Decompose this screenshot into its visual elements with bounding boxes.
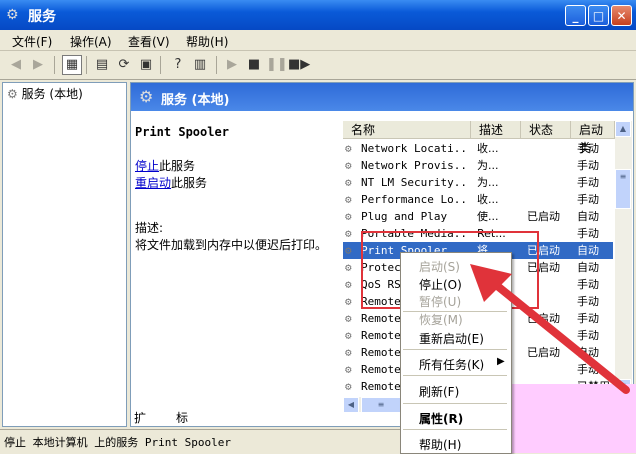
gear-icon: ⚙ [345, 142, 352, 155]
startup-cell: 手动 [577, 227, 599, 240]
service-details: Print Spooler 停止此服务 重启动此服务 描述: 将文件加载到内存中… [135, 125, 335, 253]
startup-cell: 手动 [577, 142, 599, 155]
help-icon[interactable]: ? [168, 55, 188, 75]
table-row[interactable]: ⚙ Network Locati... 收... 手动 [343, 140, 613, 157]
startup-cell: 手动 [577, 193, 599, 206]
desc-cell: 为... [477, 176, 499, 189]
tree-item-services-local[interactable]: ⚙ 服务 (本地) [7, 85, 83, 102]
properties-icon[interactable]: ▤ [92, 55, 112, 75]
status-text: 停止 本地计算机 上的服务 Print Spooler [4, 436, 231, 449]
description-label: 描述: [135, 221, 164, 235]
pane-title: 服务 (本地) [161, 93, 230, 108]
scroll-thumb[interactable]: ≡ [615, 169, 631, 209]
col-name[interactable]: 名称 [343, 121, 471, 139]
startup-cell: 自动 [577, 210, 599, 223]
refresh-icon[interactable]: ⟳ [114, 55, 134, 75]
ctx-refresh[interactable]: 刷新(F) [419, 383, 459, 400]
menu-help[interactable]: 帮助(H) [186, 33, 228, 50]
back-arrow-icon[interactable]: ◀ [6, 55, 26, 75]
table-row[interactable]: ⚙ NT LM Security... 为... 手动 [343, 174, 613, 191]
scroll-up-icon[interactable]: ▲ [615, 121, 631, 137]
services-gear-icon: ⚙ [6, 7, 19, 23]
ctx-properties[interactable]: 属性(R) [419, 410, 463, 427]
gear-icon: ⚙ [345, 227, 352, 240]
show-hide-icon[interactable]: ▥ [190, 55, 210, 75]
window-title: 服务 [28, 9, 56, 25]
menu-action[interactable]: 操作(A) [70, 33, 112, 50]
menu-view[interactable]: 查看(V) [128, 33, 170, 50]
service-name: Print Spooler [135, 125, 229, 139]
col-desc[interactable]: 描述 [471, 121, 521, 139]
gear-icon: ⚙ [345, 312, 352, 325]
stop-service-link[interactable]: 停止 [135, 159, 159, 173]
show-tree-icon[interactable]: ▦ [62, 55, 82, 75]
ctx-start[interactable]: 启动(S) [419, 258, 460, 275]
toolbar: ◀ ▶ ▦ ▤ ⟳ ▣ ? ▥ ▶ ■ ❚❚ ■▶ [0, 51, 636, 80]
menu-file[interactable]: 文件(F) [12, 33, 52, 50]
table-row[interactable]: ⚙ Performance Lo... 收... 手动 [343, 191, 613, 208]
gear-icon: ⚙ [345, 210, 352, 223]
pause-icon[interactable]: ❚❚ [266, 55, 288, 75]
close-button[interactable]: ✕ [611, 5, 632, 26]
service-name-cell: ⚙ Network Locati... [345, 142, 469, 155]
ctx-resume[interactable]: 恢复(M) [419, 311, 463, 328]
pane-header: ⚙ 服务 (本地) [131, 83, 633, 111]
table-row[interactable]: ⚙ Plug and Play 使... 已启动 自动 [343, 208, 613, 225]
menu-bar: 文件(F) 操作(A) 查看(V) 帮助(H) [0, 30, 636, 51]
ctx-help[interactable]: 帮助(H) [419, 436, 461, 453]
gear-icon: ⚙ [345, 295, 352, 308]
forward-arrow-icon[interactable]: ▶ [28, 55, 48, 75]
gear-icon: ⚙ [345, 193, 352, 206]
gear-icon: ⚙ [345, 261, 352, 274]
hscroll-thumb[interactable]: ≡ [361, 397, 401, 413]
gear-icon: ⚙ [345, 329, 352, 342]
service-name-cell: ⚙ Performance Lo... [345, 193, 469, 206]
ctx-pause[interactable]: 暂停(U) [419, 293, 461, 310]
desc-cell: 收... [477, 142, 499, 155]
tree-pane: ⚙ 服务 (本地) [2, 82, 127, 427]
service-name-cell: ⚙ Plug and Play [345, 210, 448, 223]
table-row[interactable]: ⚙ Network Provis... 为... 手动 [343, 157, 613, 174]
maximize-button[interactable]: □ [588, 5, 609, 26]
col-status[interactable]: 状态 [521, 121, 571, 139]
scroll-left-icon[interactable]: ◀ [343, 397, 359, 413]
minimize-button[interactable]: _ [565, 5, 586, 26]
gear-icon: ⚙ [345, 380, 352, 393]
export-list-icon[interactable]: ▣ [136, 55, 156, 75]
desc-cell: 为... [477, 159, 499, 172]
red-arrow-icon [470, 264, 630, 394]
ctx-stop[interactable]: 停止(O) [419, 276, 462, 293]
play-icon[interactable]: ▶ [222, 55, 242, 75]
services-gear-icon: ⚙ [139, 87, 154, 106]
services-gear-icon: ⚙ [7, 87, 18, 101]
restart-service-link[interactable]: 重启动 [135, 176, 171, 190]
startup-cell: 手动 [577, 159, 599, 172]
gear-icon: ⚙ [345, 176, 352, 189]
service-name-cell: ⚙ Network Provis... [345, 159, 469, 172]
status-cell: 已启动 [527, 210, 560, 223]
desc-cell: 收... [477, 193, 499, 206]
title-bar: ⚙ 服务 _ □ ✕ [0, 0, 636, 30]
desc-cell: 使... [477, 210, 499, 223]
restart-icon[interactable]: ■▶ [288, 55, 310, 75]
gear-icon: ⚙ [345, 363, 352, 376]
startup-cell: 手动 [577, 176, 599, 189]
service-name-cell: ⚙ NT LM Security... [345, 176, 469, 189]
gear-icon: ⚙ [345, 159, 352, 172]
startup-cell: 自动 [577, 244, 599, 257]
col-startup[interactable]: 启动类 [571, 121, 615, 155]
stop-icon[interactable]: ■ [244, 55, 264, 75]
gear-icon: ⚙ [345, 346, 352, 359]
gear-icon: ⚙ [345, 278, 352, 291]
gear-icon: ⚙ [345, 244, 352, 257]
description-text: 将文件加载到内存中以便迟后打印。 [135, 238, 328, 252]
